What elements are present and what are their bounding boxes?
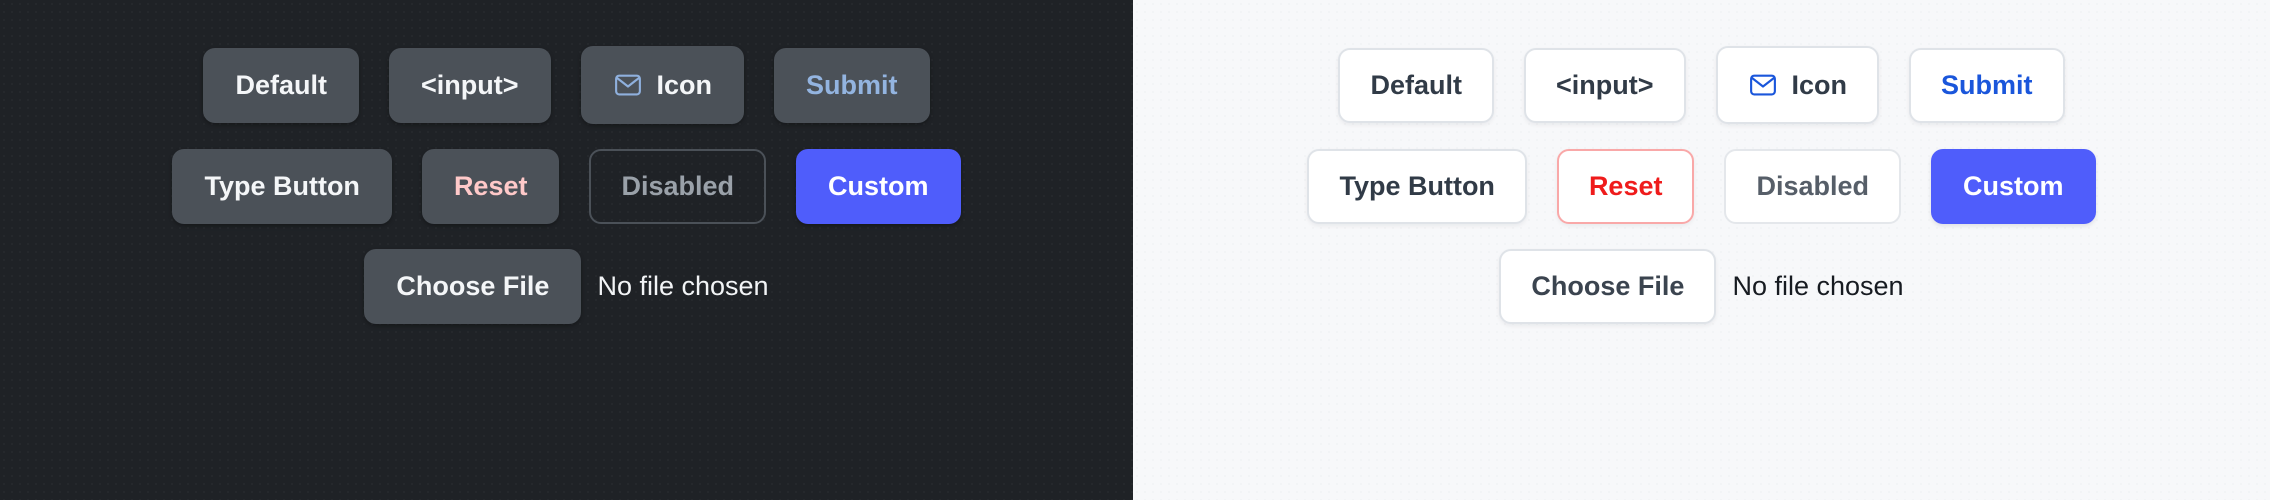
dark-file-status-text: No file chosen — [597, 271, 769, 301]
dark-type-button[interactable]: Type Button — [172, 149, 392, 224]
light-button-row-1: Default <input> Icon Submit — [1338, 46, 2065, 124]
light-input-button[interactable]: <input> — [1523, 47, 1686, 123]
mail-icon — [613, 70, 643, 100]
dark-choose-file-button[interactable]: Choose File — [364, 249, 582, 324]
light-custom-button[interactable]: Custom — [1931, 149, 2096, 224]
light-reset-button-label: Reset — [1588, 171, 1663, 201]
light-custom-button-label: Custom — [1963, 171, 2064, 201]
light-type-button[interactable]: Type Button — [1307, 149, 1527, 224]
dark-custom-button-label: Custom — [828, 171, 929, 201]
dark-button-row-1: Default <input> Icon Submit — [203, 46, 930, 124]
dark-submit-button[interactable]: Submit — [774, 47, 930, 123]
dark-disabled-button-label: Disabled — [621, 171, 735, 201]
dark-reset-button-label: Reset — [453, 171, 528, 201]
light-submit-button-label: Submit — [1941, 69, 2033, 100]
dark-button-row-2: Type Button Reset Disabled Custom — [172, 149, 961, 224]
dark-reset-button[interactable]: Reset — [421, 149, 560, 224]
dark-type-button-label: Type Button — [204, 171, 360, 201]
dark-icon-button-label: Icon — [656, 69, 713, 100]
dark-input-button-label: <input> — [420, 69, 519, 100]
light-submit-button[interactable]: Submit — [1909, 47, 2065, 123]
light-disabled-button-label: Disabled — [1756, 171, 1870, 201]
dark-default-button[interactable]: Default — [203, 47, 359, 123]
light-button-rows: Default <input> Icon Submit Type Button … — [1307, 46, 2096, 324]
dark-icon-button[interactable]: Icon — [580, 46, 745, 124]
dark-file-input-row: Choose File No file chosen — [364, 249, 769, 324]
mail-icon — [1748, 70, 1778, 100]
light-default-button-label: Default — [1370, 69, 1462, 100]
dark-input-button[interactable]: <input> — [388, 47, 551, 123]
light-theme-panel: Default <input> Icon Submit Type Button … — [1133, 0, 2270, 500]
light-file-status-text: No file chosen — [1732, 271, 1904, 301]
dark-default-button-label: Default — [235, 69, 327, 100]
dark-disabled-button: Disabled — [589, 149, 767, 224]
dark-custom-button[interactable]: Custom — [796, 149, 961, 224]
light-disabled-button: Disabled — [1724, 149, 1902, 224]
light-type-button-label: Type Button — [1339, 171, 1495, 201]
dark-file-input: Choose File No file chosen — [364, 249, 769, 324]
light-file-input-row: Choose File No file chosen — [1499, 249, 1904, 324]
light-icon-button-label: Icon — [1791, 69, 1848, 100]
light-default-button[interactable]: Default — [1338, 47, 1494, 123]
dark-button-rows: Default <input> Icon Submit Type Button … — [172, 46, 961, 324]
button-showcase: Default <input> Icon Submit Type Button … — [0, 0, 2270, 500]
light-icon-button[interactable]: Icon — [1715, 46, 1880, 124]
dark-submit-button-label: Submit — [806, 69, 898, 100]
light-choose-file-label: Choose File — [1531, 271, 1685, 301]
light-button-row-2: Type Button Reset Disabled Custom — [1307, 149, 2096, 224]
light-choose-file-button[interactable]: Choose File — [1499, 249, 1717, 324]
dark-theme-panel: Default <input> Icon Submit Type Button … — [0, 0, 1133, 500]
dark-choose-file-label: Choose File — [396, 271, 550, 301]
light-file-input: Choose File No file chosen — [1499, 249, 1904, 324]
light-reset-button[interactable]: Reset — [1556, 149, 1695, 224]
light-input-button-label: <input> — [1555, 69, 1654, 100]
